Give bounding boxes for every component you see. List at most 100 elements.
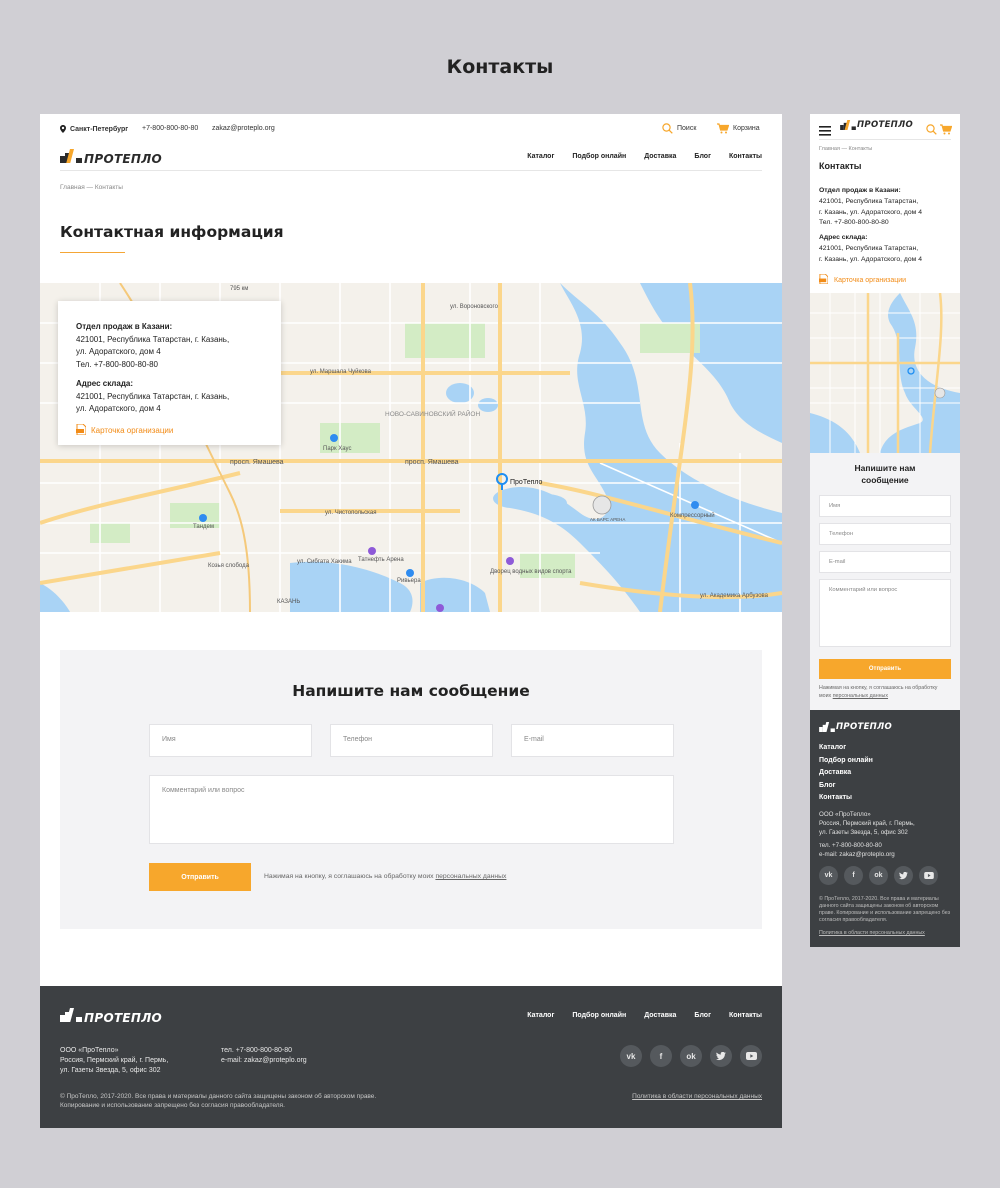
footer-phone[interactable]: тел. +7-800-800-80-80 — [221, 1046, 307, 1056]
pdf-icon — [76, 423, 87, 440]
footer-nav-catalog[interactable]: Каталог — [819, 742, 873, 755]
nav-item-catalog[interactable]: Каталог — [527, 153, 554, 160]
logo-text: ПРОТЕПЛО — [84, 151, 163, 166]
breadcrumb[interactable]: Главная — Контакты — [60, 184, 123, 191]
map-label: просп. Ямашева — [230, 459, 284, 466]
footer-nav-catalog[interactable]: Каталог — [527, 1012, 554, 1019]
agree-text: Нажимая на кнопку, я соглашаюсь на обраб… — [264, 873, 506, 880]
map[interactable]: просп. Ямашева просп. Ямашева ул. Чистоп… — [40, 283, 782, 612]
footer-nav-delivery[interactable]: Доставка — [644, 1012, 676, 1019]
mobile-comment-textarea[interactable]: Комментарий или вопрос — [819, 579, 951, 647]
mobile-social-links: vk f ok — [819, 866, 938, 885]
footer-nav-blog[interactable]: Блог — [694, 1012, 711, 1019]
footer-company: ООО «ПроТепло» — [819, 811, 871, 818]
mobile-submit-button[interactable]: Отправить — [819, 659, 951, 679]
youtube-icon[interactable] — [919, 866, 938, 885]
search-icon[interactable] — [926, 122, 937, 140]
mobile-logo[interactable]: ПРОТЕПЛО — [840, 120, 913, 130]
cart-icon[interactable] — [940, 122, 953, 140]
mobile-frame: ПРОТЕПЛО Главная — Контакты Контакты Отд… — [810, 114, 960, 947]
hamburger-icon[interactable] — [819, 123, 831, 141]
personal-data-link[interactable]: персональных данных — [833, 693, 888, 699]
agree-label: моих — [819, 693, 832, 699]
footer-phone[interactable]: тел. +7-800-800-80-80 — [819, 842, 895, 851]
mobile-email-input[interactable]: E-mail — [819, 551, 951, 573]
sales-label: Отдел продаж в Казани: — [819, 187, 901, 194]
footer-nav-online[interactable]: Подбор онлайн — [572, 1012, 626, 1019]
map-label: Ривьера — [397, 578, 421, 584]
phone-input[interactable]: Телефон — [330, 724, 493, 757]
footer-email[interactable]: e-mail: zakaz@proteplo.org — [221, 1056, 307, 1066]
warehouse-address: ул. Адоратского, дом 4 — [76, 404, 161, 413]
nav-item-delivery[interactable]: Доставка — [644, 153, 676, 160]
search-icon — [662, 123, 673, 134]
topbar-phone[interactable]: +7-800-800-80-80 — [142, 125, 198, 132]
footer-address-line: Россия, Пермский край, г. Пермь, — [819, 819, 915, 827]
cart-label: Корзина — [733, 125, 760, 132]
twitter-icon[interactable] — [710, 1045, 732, 1067]
search-button[interactable]: Поиск — [662, 123, 696, 134]
youtube-icon[interactable] — [740, 1045, 762, 1067]
mobile-phone-input[interactable]: Телефон — [819, 523, 951, 545]
submit-button[interactable]: Отправить — [149, 863, 251, 891]
mobile-name-input[interactable]: Имя — [819, 495, 951, 517]
form-title: Напишите нам сообщение — [292, 682, 530, 700]
location-pin-icon — [60, 125, 66, 133]
form-title-line: Напишите нам — [854, 463, 916, 473]
facebook-icon[interactable]: f — [650, 1045, 672, 1067]
cart-button[interactable]: Корзина — [717, 123, 760, 134]
mobile-policy-link[interactable]: Политика в области персональных данных — [819, 930, 925, 936]
sales-address: 421001, Республика Татарстан, — [819, 197, 919, 205]
map-label: Дворец водных видов спорта — [490, 569, 572, 575]
map-label: Компрессорный — [670, 512, 715, 519]
odnoklassniki-icon[interactable]: ok — [869, 866, 888, 885]
mobile-map[interactable] — [810, 293, 960, 453]
name-input[interactable]: Имя — [149, 724, 312, 757]
logo-icon — [819, 722, 835, 732]
warehouse-label: Адрес склада: — [819, 234, 868, 242]
vk-icon[interactable]: vk — [819, 866, 838, 885]
mobile-form-title: Напишите нам сообщение — [810, 462, 960, 486]
footer-email[interactable]: e-mail: zakaz@proteplo.org — [819, 851, 895, 860]
message-form: Напишите нам сообщение Имя Телефон E-mai… — [60, 650, 762, 929]
mobile-breadcrumb[interactable]: Главная — Контакты — [819, 146, 872, 152]
sales-phone: Тел. +7-800-800-80-80 — [76, 359, 159, 369]
org-card-link[interactable]: Карточка организации — [76, 423, 263, 440]
footer-logo[interactable]: ПРОТЕПЛО — [60, 1008, 162, 1027]
vk-icon[interactable]: vk — [620, 1045, 642, 1067]
logo-icon — [840, 120, 856, 130]
page-title: Контакты — [446, 56, 554, 78]
facebook-icon[interactable]: f — [844, 866, 863, 885]
map-label: Татнефть Арена — [358, 557, 404, 563]
mobile-map-canvas[interactable] — [810, 293, 960, 453]
footer-nav-delivery[interactable]: Доставка — [819, 767, 873, 780]
topbar-email[interactable]: zakaz@proteplo.org — [212, 125, 275, 132]
policy-link[interactable]: Политика в области персональных данных — [632, 1093, 762, 1100]
nav-item-online[interactable]: Подбор онлайн — [572, 153, 626, 160]
email-input[interactable]: E-mail — [511, 724, 674, 757]
comment-textarea[interactable]: Комментарий или вопрос — [149, 775, 674, 844]
agree-label: Нажимая на кнопку, я соглашаюсь на обраб… — [264, 873, 434, 880]
footer-nav-online[interactable]: Подбор онлайн — [819, 755, 873, 768]
logo-text: ПРОТЕПЛО — [836, 722, 892, 732]
map-label: ул. Сибгата Хакима — [297, 559, 352, 565]
mobile-org-card-link[interactable]: Карточка организации — [819, 273, 906, 286]
twitter-icon[interactable] — [894, 866, 913, 885]
odnoklassniki-icon[interactable]: ok — [680, 1045, 702, 1067]
nav-item-contacts[interactable]: Контакты — [729, 153, 762, 160]
agree-label: Нажимая на кнопку, я соглашаюсь на обраб… — [819, 685, 938, 691]
mobile-agree-text: Нажимая на кнопку, я соглашаюсь на обраб… — [819, 684, 954, 700]
mobile-footer-logo[interactable]: ПРОТЕПЛО — [819, 722, 892, 732]
city-label: Санкт-Петербург — [70, 125, 129, 133]
footer-nav-blog[interactable]: Блог — [819, 780, 873, 793]
footer-nav-contacts[interactable]: Контакты — [729, 1012, 762, 1019]
mobile-footer: ПРОТЕПЛО Каталог Подбор онлайн Доставка … — [810, 710, 960, 947]
header: ПРОТЕПЛО Каталог Подбор онлайн Доставка … — [60, 144, 762, 171]
logo[interactable]: ПРОТЕПЛО — [60, 149, 162, 168]
map-label: Тандем — [193, 524, 214, 530]
personal-data-link[interactable]: персональных данных — [435, 873, 506, 880]
copyright: © ПроТепло, 2017-2020. Все права и матер… — [60, 1093, 420, 1110]
footer-nav-contacts[interactable]: Контакты — [819, 792, 873, 805]
city-selector[interactable]: Санкт-Петербург — [60, 125, 128, 133]
nav-item-blog[interactable]: Блог — [694, 153, 711, 160]
